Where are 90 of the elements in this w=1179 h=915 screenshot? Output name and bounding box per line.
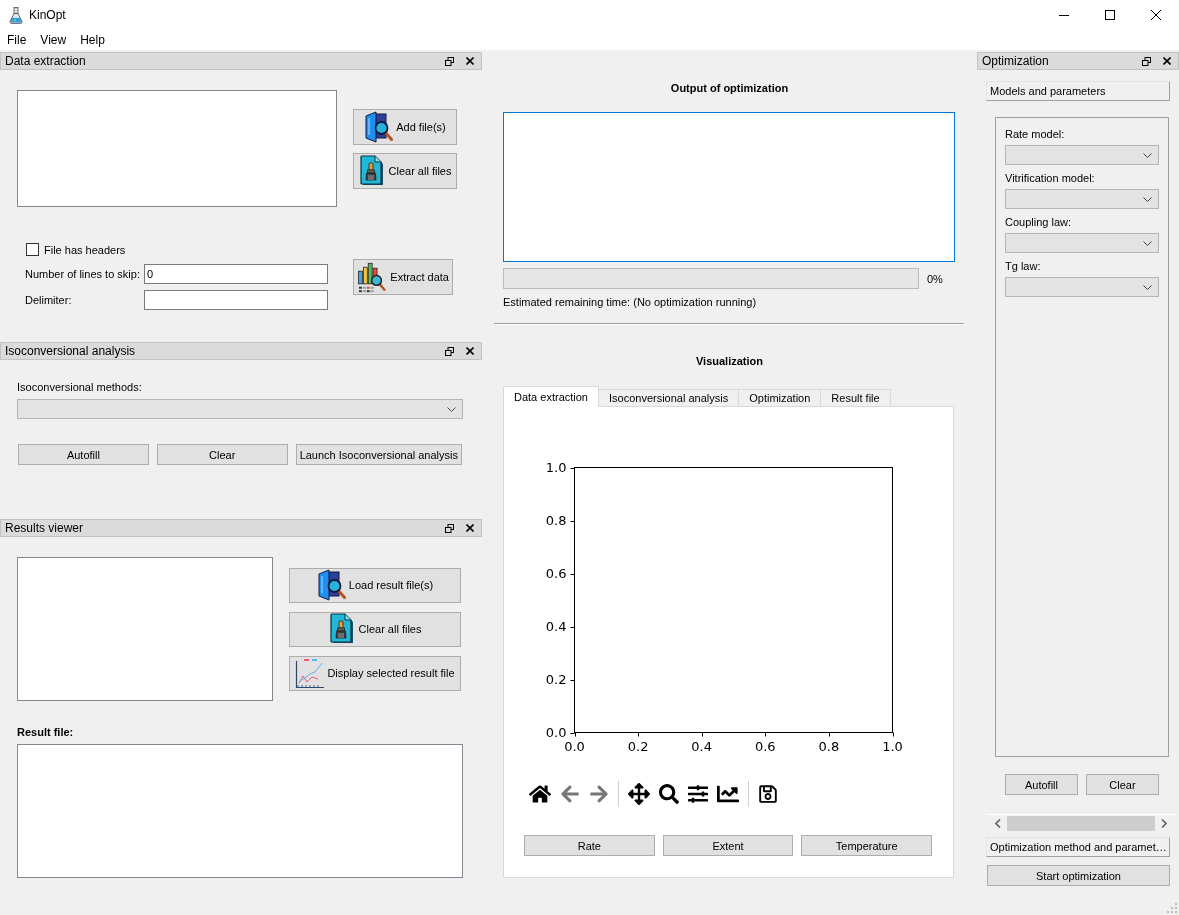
x-tick-label: 1.0: [882, 739, 903, 755]
input-field[interactable]: [144, 290, 328, 310]
x-tick-label: 0.6: [754, 739, 776, 755]
field-label: Number of lines to skip:: [25, 268, 140, 280]
y-tick-label: 0.4: [545, 619, 567, 635]
section-header[interactable]: Optimization method and paramet…: [986, 837, 1170, 857]
float-icon[interactable]: [445, 56, 454, 66]
chevron-left-icon[interactable]: [995, 818, 1001, 828]
field-label: Tg law:: [1005, 259, 1041, 273]
clear-files-button[interactable]: Clear all files: [353, 152, 457, 189]
dock-title: Isoconversional analysis: [5, 343, 136, 359]
open-files-button[interactable]: Add file(s): [353, 108, 457, 145]
section-title: Output of optimization: [670, 81, 789, 95]
start-button[interactable]: Start optimization: [987, 865, 1170, 886]
action-button[interactable]: Autofill: [1005, 774, 1078, 795]
checkbox-label[interactable]: File has headers: [44, 243, 126, 256]
plot-button[interactable]: Extent: [662, 835, 794, 856]
plot-button[interactable]: Temperature: [801, 835, 932, 856]
chevron-down-icon: [1143, 196, 1152, 202]
tab[interactable]: Isoconversional analysis: [598, 389, 740, 407]
launch-button[interactable]: Launch Isoconversional analysis: [295, 444, 462, 465]
line-chart-icon: [295, 657, 326, 689]
close-icon[interactable]: [466, 524, 474, 532]
float-icon[interactable]: [445, 346, 454, 356]
chevron-right-icon[interactable]: [1161, 818, 1167, 828]
extract-data-button[interactable]: Extract data: [353, 258, 453, 295]
menu-item[interactable]: File: [0, 31, 34, 49]
close-icon[interactable]: [1163, 57, 1171, 65]
sliders-icon[interactable]: [688, 784, 708, 804]
open-files-button[interactable]: Load result file(s): [289, 567, 461, 603]
y-tick-label: 0.0: [545, 725, 567, 741]
dock-title: Data extraction: [5, 53, 86, 69]
action-button[interactable]: Autofill: [18, 444, 149, 465]
chevron-down-icon: [1143, 152, 1152, 158]
input-field[interactable]: 0: [144, 264, 328, 284]
x-tick-label: 0.4: [691, 739, 713, 755]
section-title: Visualization: [695, 354, 763, 368]
y-tick-label: 0.8: [545, 513, 567, 529]
folder-search-icon: [316, 569, 347, 601]
close-icon[interactable]: [466, 347, 474, 355]
x-tick-label: 0.0: [564, 739, 585, 755]
bar-chart-search-icon: [357, 260, 389, 293]
y-tick-label: 0.6: [545, 566, 567, 582]
tab[interactable]: Result file: [820, 389, 891, 407]
close-icon[interactable]: [1151, 10, 1161, 20]
field-label: Rate model:: [1005, 127, 1065, 141]
save-icon[interactable]: [758, 784, 778, 804]
folder-search-icon: [364, 110, 395, 143]
minimize-icon[interactable]: [1059, 14, 1069, 16]
resize-grip-icon[interactable]: [1167, 903, 1177, 913]
progress-reading: 0%: [927, 272, 943, 285]
scrollbar-thumb[interactable]: [1007, 815, 1155, 831]
clear-files-button[interactable]: Clear all files: [289, 611, 461, 647]
trend-chart-icon[interactable]: [717, 783, 739, 805]
home-icon[interactable]: [529, 783, 551, 805]
field-label: Result file:: [17, 726, 74, 738]
display-result-button[interactable]: Display selected result file: [289, 655, 461, 691]
menu-item[interactable]: View: [33, 31, 74, 49]
file-list[interactable]: [17, 90, 337, 207]
chevron-down-icon: [447, 406, 456, 412]
tab[interactable]: Optimization: [738, 389, 822, 407]
dock-title: Optimization: [982, 53, 1049, 69]
window-title: KinOpt: [29, 8, 66, 22]
field-label: Delimiter:: [25, 294, 72, 306]
chevron-down-icon: [1143, 284, 1152, 290]
section-header[interactable]: Models and parameters: [986, 81, 1170, 101]
menu-item[interactable]: Help: [73, 31, 112, 49]
dock-title: Results viewer: [5, 520, 84, 536]
x-tick-label: 0.8: [818, 739, 840, 755]
move-icon[interactable]: [628, 783, 650, 805]
search-icon[interactable]: [659, 784, 679, 804]
float-icon[interactable]: [445, 523, 454, 533]
field-label: Vitrification model:: [1005, 171, 1095, 185]
close-icon[interactable]: [466, 57, 474, 65]
field-label: Coupling law:: [1005, 215, 1072, 229]
y-tick-label: 1.0: [545, 460, 567, 476]
maximize-icon[interactable]: [1105, 10, 1115, 20]
checkbox[interactable]: [26, 243, 39, 256]
action-button[interactable]: Clear: [156, 444, 288, 465]
action-button[interactable]: Clear: [1086, 774, 1159, 795]
y-tick-label: 0.2: [545, 672, 567, 688]
plot-button[interactable]: Rate: [524, 835, 655, 856]
chevron-down-icon: [1143, 240, 1152, 246]
field-label: Isoconversional methods:: [17, 381, 142, 393]
tab[interactable]: Data extraction: [503, 386, 599, 407]
result-file-list[interactable]: [17, 557, 273, 701]
float-icon[interactable]: [1142, 56, 1151, 66]
flask-icon: [9, 6, 23, 24]
x-tick-label: 0.2: [627, 739, 649, 755]
remaining-time-text: Estimated remaining time: (No optimization running): [503, 296, 757, 308]
